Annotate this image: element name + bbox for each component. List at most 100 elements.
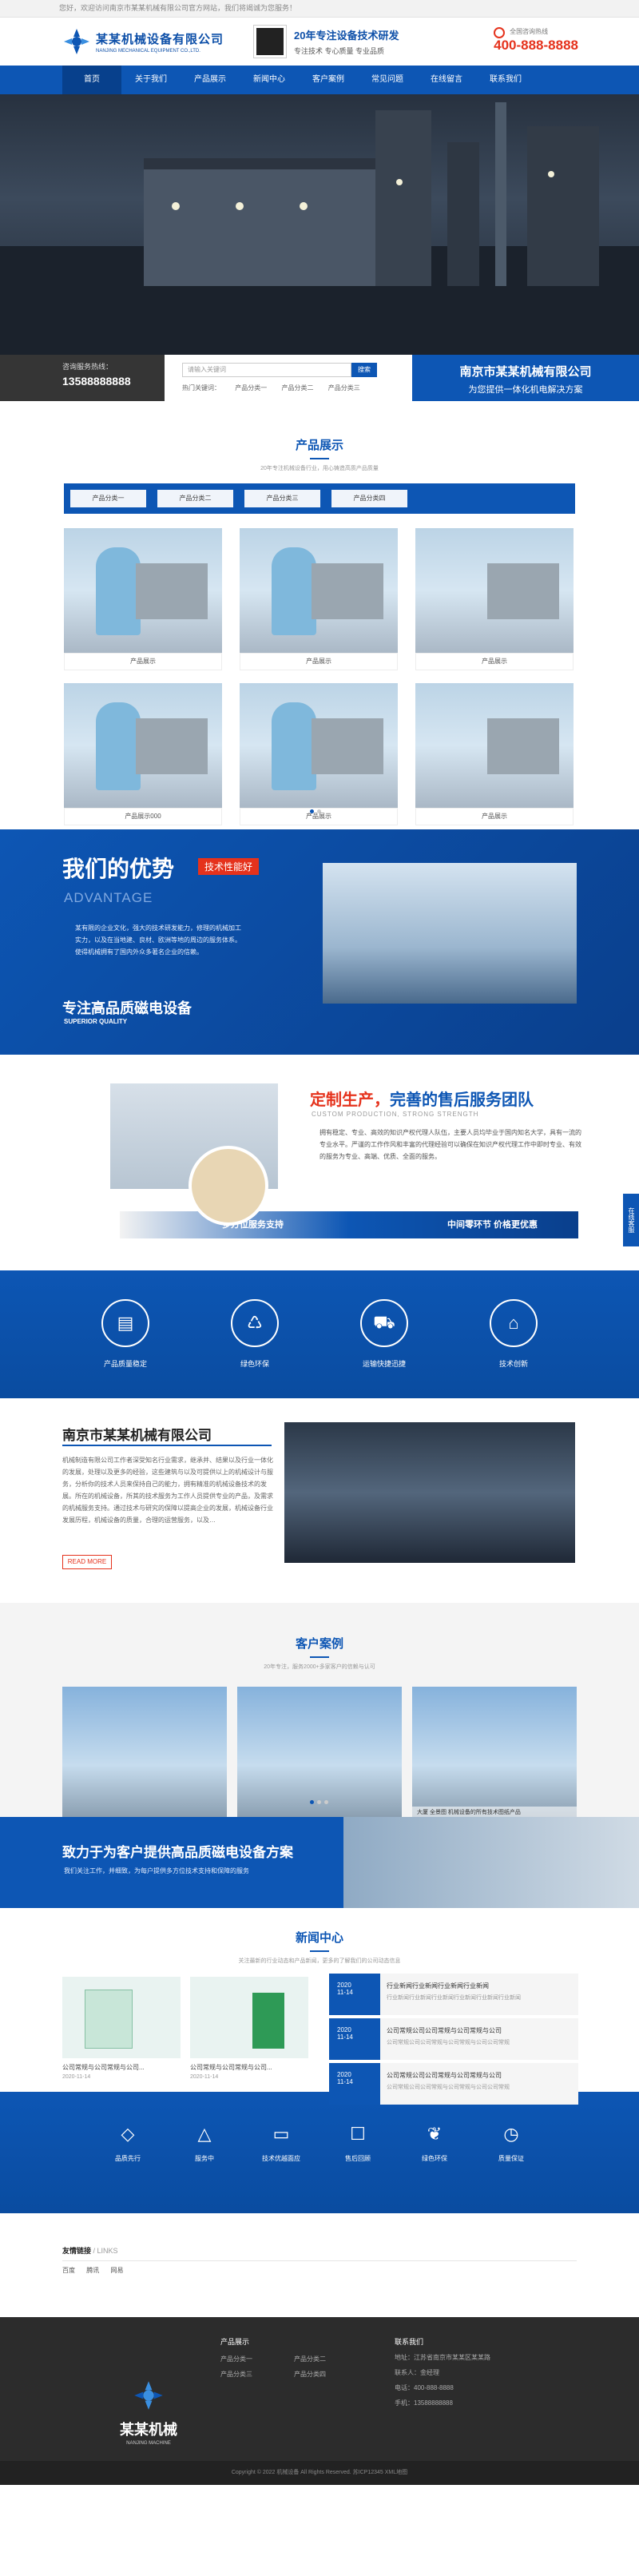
slogan-main: 20年专注设备技术研发 — [294, 30, 399, 42]
news-card-date: 2020-11-14 — [190, 2074, 219, 2080]
copyright: Copyright © 2022 机械设备 All Rights Reserve… — [0, 2461, 639, 2485]
about-image — [284, 1422, 575, 1563]
band-right-text: 中间零环节 价格更优惠 — [447, 1220, 538, 1230]
advantage-section: 我们的优势 技术性能好 ADVANTAGE 某有限的企业文化，强大的技术研发能力… — [0, 829, 639, 1055]
product-card[interactable]: 产品展示 — [240, 683, 398, 825]
product-tab[interactable]: 产品分类四 — [331, 490, 407, 507]
case-card[interactable] — [237, 1687, 402, 1818]
hot-keyword[interactable]: 产品分类一 — [235, 384, 267, 392]
feature-label: 产品质量稳定 — [103, 1360, 147, 1368]
stat-item: ❦ 绿色环保 — [411, 2124, 458, 2213]
advantage-text: 某有限的企业文化，强大的技术研发能力，修理的机械加工实力，以及在当地建、良材、欧… — [75, 924, 241, 956]
footer-product-link[interactable]: 产品分类三 — [220, 2370, 294, 2379]
news-image — [62, 1977, 181, 2058]
news-card[interactable]: 公司常规与公司常规与公司... 2020-11-14 — [190, 1977, 308, 2080]
custom-text: 拥有稳定、专业、高效的知识产权代理人队伍，主要人员均毕业于国内知名大学，具有一流… — [320, 1129, 581, 1160]
product-card[interactable]: 产品展示 — [240, 528, 398, 670]
nav-products[interactable]: 产品展示 — [181, 66, 240, 94]
product-image — [415, 528, 574, 653]
logo[interactable]: 某某机械设备有限公司 NANJING MECHANICAL EQUIPMENT … — [62, 27, 224, 56]
news-item[interactable]: 2020 11-14 公司常规公司公司常规与公司常规与公司 公司常规公司公司常规与公… — [329, 2018, 578, 2060]
carousel-dot[interactable] — [317, 809, 321, 813]
footer-product-link[interactable]: 产品分类一 — [220, 2355, 294, 2363]
hot-keyword[interactable]: 产品分类三 — [328, 384, 360, 392]
advantage-title: 我们的优势 — [62, 857, 175, 881]
product-card[interactable]: 产品展示000 — [64, 683, 222, 825]
read-more-button[interactable]: READ MORE — [62, 1555, 112, 1569]
section-title: 客户案例 — [295, 1637, 343, 1651]
carousel-dot[interactable] — [310, 809, 314, 813]
hotline: 全国咨询热线 400-888-8888 — [494, 27, 578, 54]
search-button[interactable]: 搜索 — [351, 363, 377, 377]
footer-product-link[interactable]: 产品分类二 — [294, 2355, 367, 2363]
news-section: 新闻中心 关注最新的行业动态和产品新闻，更多的了解我们的公司动态信息 公司常规与… — [0, 1908, 639, 2105]
carousel-dot[interactable] — [310, 1800, 314, 1804]
stat-label: 品质先行 — [115, 2155, 141, 2162]
leaf-icon: ❦ — [427, 2124, 443, 2144]
footer-product-link[interactable]: 产品分类四 — [294, 2370, 367, 2379]
product-card[interactable]: 产品展示 — [415, 683, 574, 825]
about-section: 南京市某某机械有限公司 机械制造有限公司工作者深受知名行业需求，继承并、结果以及… — [0, 1398, 639, 1603]
news-year: 2020 — [337, 2071, 351, 2078]
stat-label: 绿色环保 — [422, 2155, 447, 2162]
hot-keyword[interactable]: 产品分类二 — [281, 384, 313, 392]
friend-link[interactable]: 百度 — [62, 2267, 75, 2274]
search-input[interactable]: 请输入关键词 — [182, 363, 351, 377]
carousel-dot[interactable] — [317, 1800, 321, 1804]
product-tab[interactable]: 产品分类三 — [244, 490, 320, 507]
clock-icon: ◷ — [503, 2124, 519, 2144]
footer-logo-cn: 某某机械 — [120, 2422, 177, 2438]
advantage-en: ADVANTAGE — [64, 890, 153, 905]
section-title: 产品展示 — [295, 439, 343, 452]
product-image — [64, 528, 222, 653]
news-item[interactable]: 2020 11-14 公司常规公司公司常规与公司常规与公司 公司常规公司公司常规与公… — [329, 2063, 578, 2105]
section-subtitle: 20年专注机械设备行业，用心铸造高质产品质量 — [260, 466, 379, 471]
solution-banner: 致力于为客户提供高品质磁电设备方案 我们关注工作，并细致，为每户提供多方位技术支… — [0, 1817, 639, 1908]
nav-cases[interactable]: 客户案例 — [299, 66, 358, 94]
footer-logo[interactable]: 某某机械 NANJING MACHINE — [120, 2379, 177, 2446]
custom-en: CUSTOM PRODUCTION, STRONG STRENGTH — [312, 1111, 479, 1118]
news-item[interactable]: 2020 11-14 行业新闻行业新闻行业新闻行业新闻 行业新闻行业新闻行业新闻行业… — [329, 1974, 578, 2015]
news-year: 2020 — [337, 1982, 351, 1989]
friend-link[interactable]: 网易 — [110, 2267, 123, 2274]
case-card[interactable]: 大厦 全景图 机械设备的所有技术图纸产品 — [412, 1687, 577, 1818]
news-list: 2020 11-14 行业新闻行业新闻行业新闻行业新闻 行业新闻行业新闻行业新闻行业… — [329, 1974, 578, 2108]
product-tab[interactable]: 产品分类二 — [157, 490, 233, 507]
feature-label: 技术创新 — [498, 1360, 528, 1368]
news-date-box: 2020 11-14 — [329, 2018, 380, 2060]
product-card[interactable]: 产品展示 — [64, 528, 222, 670]
nav-news[interactable]: 新闻中心 — [240, 66, 299, 94]
product-card[interactable]: 产品展示 — [415, 528, 574, 670]
nav-faq[interactable]: 常见问题 — [358, 66, 417, 94]
product-name: 产品展示 — [415, 653, 574, 670]
friend-link[interactable]: 腾讯 — [86, 2267, 99, 2274]
footer-contact-title: 联系我们 — [395, 2338, 424, 2346]
case-card[interactable] — [62, 1687, 227, 1818]
advantage-image — [323, 863, 577, 1004]
bank-icon: ⌂ — [490, 1299, 538, 1347]
product-image — [240, 528, 398, 653]
section-subtitle: 20年专注，服务2000+多家客户的信赖与认可 — [264, 1664, 375, 1670]
stat-item: ◇ 品质先行 — [105, 2124, 151, 2213]
news-card[interactable]: 公司常规与公司常规与公司... 2020-11-14 — [62, 1977, 181, 2080]
about-text: 机械制造有限公司工作者深受知名行业需求，继承并、结果以及行业一体化的发展，处理以… — [62, 1457, 273, 1524]
carousel-dot[interactable] — [324, 1800, 328, 1804]
service-hotline-label: 咨询服务热线： — [62, 363, 113, 371]
advantage-footer: 专注高品质磁电设备 — [62, 1000, 192, 1016]
nav-contact[interactable]: 联系我们 — [476, 66, 535, 94]
feature-item: ▤ 产品质量稳定 — [89, 1299, 161, 1398]
nav-home[interactable]: 首页 — [62, 66, 121, 94]
footer-products-title: 产品展示 — [220, 2338, 250, 2346]
truck-icon: ⛟ — [360, 1299, 408, 1347]
nav-message[interactable]: 在线留言 — [417, 66, 476, 94]
section-subtitle: 关注最新的行业动态和产品新闻，更多的了解我们的公司动态信息 — [238, 1958, 401, 1964]
advantage-badge: 技术性能好 — [198, 858, 260, 875]
stat-item: ▭ 技术优越面应 — [258, 2124, 304, 2213]
custom-title-blue: 完善的售后服务团队 — [390, 1091, 534, 1109]
product-tab[interactable]: 产品分类一 — [70, 490, 146, 507]
topbar: 您好，欢迎访问南京市某某机械有限公司官方网站，我们将竭诚为您服务！ — [0, 0, 639, 18]
friend-links: 友情链接 / LINKS 百度 腾讯 网易 — [0, 2213, 639, 2317]
nav-about[interactable]: 关于我们 — [121, 66, 181, 94]
online-service-button[interactable]: 在线客服 — [623, 1194, 639, 1246]
title-underline — [310, 1656, 329, 1658]
